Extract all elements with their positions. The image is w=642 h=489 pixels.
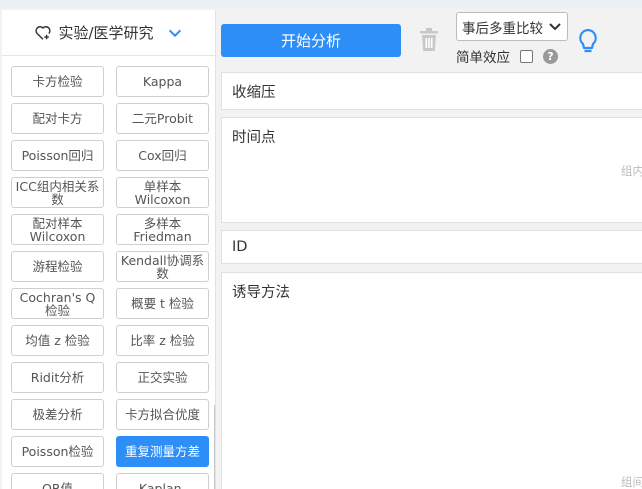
top-strip — [0, 0, 642, 8]
method-button[interactable]: Kendall协调系数 — [116, 251, 209, 282]
method-button[interactable]: OR值 — [11, 473, 104, 489]
variable-box-label: ID — [232, 239, 248, 255]
variable-box-group[interactable]: 诱导方法 组间 — [221, 272, 642, 489]
variable-box-label: 收缩压 — [232, 85, 276, 101]
method-button[interactable]: 卡方检验 — [11, 66, 104, 97]
method-button[interactable]: Kaplan- — [116, 473, 209, 489]
method-button[interactable]: 概要 t 检验 — [116, 288, 209, 319]
category-selector[interactable]: 实验/医学研究 — [2, 10, 215, 56]
method-button[interactable]: 单样本Wilcoxon — [116, 177, 209, 208]
method-button[interactable]: Cox回归 — [116, 140, 209, 171]
variable-box-time[interactable]: 时间点 组内 — [221, 117, 642, 223]
method-button[interactable]: 配对样本Wilcoxon — [11, 214, 104, 245]
method-button[interactable]: 极差分析 — [11, 399, 104, 430]
variable-box-id[interactable]: ID — [221, 230, 642, 264]
method-button[interactable]: 均值 z 检验 — [11, 325, 104, 356]
method-button[interactable]: 多样本Friedman — [116, 214, 209, 245]
chevron-down-icon[interactable] — [166, 24, 184, 42]
method-button[interactable]: 二元Probit — [116, 103, 209, 134]
method-button[interactable]: 比率 z 检验 — [116, 325, 209, 356]
posthoc-select[interactable]: 事后多重比较 — [456, 12, 568, 41]
between-subject-hint: 组间 — [621, 475, 642, 489]
method-button-active[interactable]: 重复测量方差 — [116, 436, 209, 467]
help-icon[interactable]: ? — [543, 48, 558, 64]
variable-box-label: 诱导方法 — [232, 285, 290, 301]
method-button[interactable]: 游程检验 — [11, 251, 104, 282]
method-button[interactable]: ICC组内相关系数 — [11, 177, 104, 208]
dropdown-arrow-icon — [549, 23, 561, 31]
within-subject-hint: 组内 — [621, 164, 642, 178]
method-button[interactable]: 配对卡方 — [11, 103, 104, 134]
simple-effect-row: 简单效应 ? — [456, 46, 558, 66]
start-analysis-button[interactable]: 开始分析 — [221, 24, 401, 57]
method-button[interactable]: 卡方拟合优度 — [116, 399, 209, 430]
method-button[interactable]: Kappa — [116, 66, 209, 97]
category-label: 实验/医学研究 — [58, 24, 154, 42]
simple-effect-label: 简单效应 — [456, 50, 510, 66]
trash-icon[interactable] — [418, 27, 440, 53]
sidebar-scrollbar[interactable] — [214, 405, 215, 489]
variable-box-dependent[interactable]: 收缩压 — [221, 72, 642, 110]
method-button[interactable]: Poisson回归 — [11, 140, 104, 171]
variable-box-label: 时间点 — [232, 130, 276, 146]
posthoc-select-value: 事后多重比较 — [462, 20, 543, 37]
method-button[interactable]: 正交实验 — [116, 362, 209, 393]
method-button[interactable]: Poisson检验 — [11, 436, 104, 467]
lightbulb-icon[interactable] — [577, 28, 599, 56]
heart-plus-icon — [35, 25, 52, 40]
sidebar: 实验/医学研究 卡方检验 Kappa 配对卡方 二元Probit Poisson… — [2, 10, 216, 489]
method-button[interactable]: Ridit分析 — [11, 362, 104, 393]
simple-effect-checkbox[interactable] — [520, 49, 533, 63]
method-button[interactable]: Cochran's Q检验 — [11, 288, 104, 319]
